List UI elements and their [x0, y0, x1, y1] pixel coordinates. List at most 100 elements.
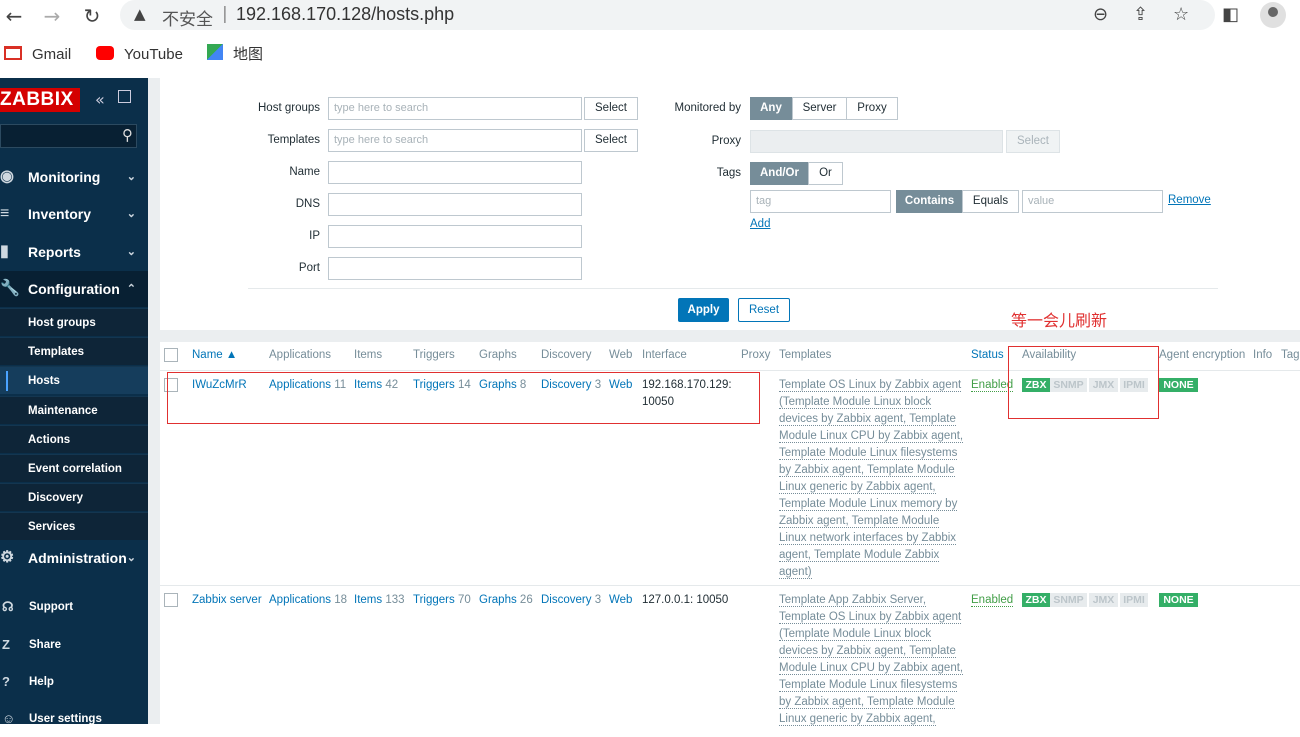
template-line[interactable]: Template Module Linux memory by [779, 496, 965, 513]
tag-add-link[interactable]: Add [750, 218, 770, 230]
menu-inventory[interactable]: ≡ Inventory ⌄ [0, 196, 148, 232]
submenu-actions[interactable]: Actions [0, 425, 148, 453]
annotation-text: 等一会儿刷新 [1011, 311, 1108, 330]
template-line[interactable]: agent) [779, 564, 965, 581]
zoom-icon[interactable]: ⊖ [1093, 4, 1108, 25]
submenu-hosts[interactable]: Hosts [0, 366, 148, 394]
template-line[interactable]: by Zabbix agent, Template Module [779, 462, 965, 479]
apply-button[interactable]: Apply [678, 298, 729, 322]
monitored-by-any[interactable]: Any [750, 97, 792, 120]
monitored-by-proxy[interactable]: Proxy [846, 97, 898, 120]
reload-icon[interactable]: ↻ [80, 4, 104, 28]
host-name-link[interactable]: Zabbix server [192, 594, 262, 606]
col-templates: Templates [779, 349, 832, 361]
address-bar[interactable]: ▲ 不安全 | 192.168.170.128/hosts.php [120, 0, 1215, 30]
sidebar-search-input[interactable]: ⚲ [0, 124, 137, 148]
search-icon[interactable]: ⚲ [122, 126, 133, 144]
footer-support[interactable]: ☊ Support [0, 589, 148, 625]
submenu-templates[interactable]: Templates [0, 337, 148, 365]
footer-help[interactable]: ? Help [0, 664, 148, 700]
side-panel-icon[interactable]: ◧ [1222, 4, 1239, 25]
tag-value-input[interactable]: value [1022, 190, 1163, 213]
template-line[interactable]: (Template Module Linux block [779, 394, 965, 411]
graphs-link[interactable]: Graphs 26 [479, 594, 533, 606]
template-line[interactable]: Zabbix agent, Template Module [779, 513, 965, 530]
status-enabled[interactable]: Enabled [971, 594, 1014, 607]
col-info: Info [1253, 349, 1273, 361]
bookmark-youtube[interactable]: YouTube [96, 42, 183, 68]
bookmark-star-icon[interactable]: ☆ [1173, 4, 1189, 25]
col-interface: Interface [642, 349, 687, 361]
tags-and-or[interactable]: And/Or [750, 162, 809, 185]
tag-equals[interactable]: Equals [962, 190, 1019, 213]
url-text[interactable]: 192.168.170.128/hosts.php [236, 4, 454, 25]
submenu-event-correlation[interactable]: Event correlation [0, 454, 148, 482]
name-label: Name [289, 166, 320, 178]
kiosk-mode-icon[interactable] [118, 90, 131, 103]
address-separator: | [222, 4, 228, 24]
tag-contains[interactable]: Contains [896, 190, 963, 213]
tag-input[interactable]: tag [750, 190, 891, 213]
monitored-by-server[interactable]: Server [792, 97, 847, 120]
footer-share[interactable]: Z Share [0, 627, 148, 663]
template-line[interactable]: Template Module Linux filesystems [779, 445, 965, 462]
dns-input[interactable] [328, 193, 582, 216]
tags-or[interactable]: Or [808, 162, 843, 185]
ip-input[interactable] [328, 225, 582, 248]
status-enabled[interactable]: Enabled [971, 379, 1014, 392]
chevron-down-icon: ⌄ [126, 171, 136, 183]
template-line[interactable]: by Zabbix agent, Template Module [779, 694, 965, 711]
profile-avatar[interactable] [1260, 2, 1286, 28]
row-checkbox[interactable] [164, 593, 178, 607]
template-line[interactable]: Linux generic by Zabbix agent, [779, 479, 965, 496]
items-link[interactable]: Items 133 [354, 594, 405, 606]
footer-user-settings[interactable]: ☺ User settings [0, 701, 148, 737]
select-all-checkbox[interactable] [164, 348, 178, 362]
name-input[interactable] [328, 161, 582, 184]
template-line[interactable]: Module Linux CPU by Zabbix agent, [779, 428, 965, 445]
applications-link[interactable]: Applications 18 [269, 594, 347, 606]
discovery-link[interactable]: Discovery 3 [541, 594, 601, 606]
template-line[interactable]: devices by Zabbix agent, Template [779, 643, 965, 660]
submenu-host-groups[interactable]: Host groups [0, 308, 148, 336]
templates-list[interactable]: Template OS Linux by Zabbix agent (Templa… [779, 377, 965, 581]
menu-administration[interactable]: ⚙ Administration ⌄ [0, 540, 148, 576]
templates-select-button[interactable]: Select [584, 129, 638, 152]
template-line[interactable]: Template App Zabbix Server, [779, 592, 965, 609]
menu-monitoring[interactable]: ◉ Monitoring ⌄ [0, 159, 148, 195]
host-groups-select-button[interactable]: Select [584, 97, 638, 120]
bookmark-gmail[interactable]: Gmail [4, 42, 71, 68]
host-groups-input[interactable]: type here to search [328, 97, 582, 120]
template-line[interactable]: agent, Template Module Zabbix [779, 547, 965, 564]
templates-list[interactable]: Template App Zabbix Server, Template OS L… [779, 592, 965, 728]
template-line[interactable]: (Template Module Linux block [779, 626, 965, 643]
templates-input[interactable]: type here to search [328, 129, 582, 152]
template-line[interactable]: Module Linux CPU by Zabbix agent, [779, 660, 965, 677]
template-line[interactable]: Template OS Linux by Zabbix agent [779, 609, 965, 626]
col-name[interactable]: Name ▲ [192, 349, 237, 361]
col-discovery: Discovery [541, 349, 592, 361]
template-line[interactable]: Linux generic by Zabbix agent, [779, 711, 965, 728]
menu-configuration[interactable]: 🔧 Configuration ⌃ [0, 271, 148, 307]
submenu-maintenance[interactable]: Maintenance [0, 396, 148, 424]
template-line[interactable]: Template OS Linux by Zabbix agent [779, 377, 965, 394]
zabbix-logo[interactable]: ZABBIX [0, 88, 80, 112]
submenu-services[interactable]: Services [0, 512, 148, 540]
web-link[interactable]: Web [609, 594, 632, 606]
template-line[interactable]: Linux network interfaces by Zabbix [779, 530, 965, 547]
insecure-label: 不安全 [162, 10, 213, 30]
triggers-link[interactable]: Triggers 70 [413, 594, 471, 606]
collapse-sidebar-icon[interactable]: « [95, 90, 105, 109]
submenu-discovery[interactable]: Discovery [0, 483, 148, 511]
share-page-icon[interactable]: ⇪ [1133, 4, 1148, 25]
forward-arrow-icon[interactable]: → [40, 4, 64, 28]
template-line[interactable]: Template Module Linux filesystems [779, 677, 965, 694]
back-arrow-icon[interactable]: ← [2, 4, 26, 28]
bookmark-maps[interactable]: 地图 [207, 42, 263, 68]
tag-remove-link[interactable]: Remove [1168, 194, 1211, 206]
col-status[interactable]: Status [971, 349, 1004, 361]
reset-button[interactable]: Reset [738, 298, 790, 322]
menu-reports[interactable]: ▮ Reports ⌄ [0, 234, 148, 270]
port-input[interactable] [328, 257, 582, 280]
template-line[interactable]: devices by Zabbix agent, Template [779, 411, 965, 428]
